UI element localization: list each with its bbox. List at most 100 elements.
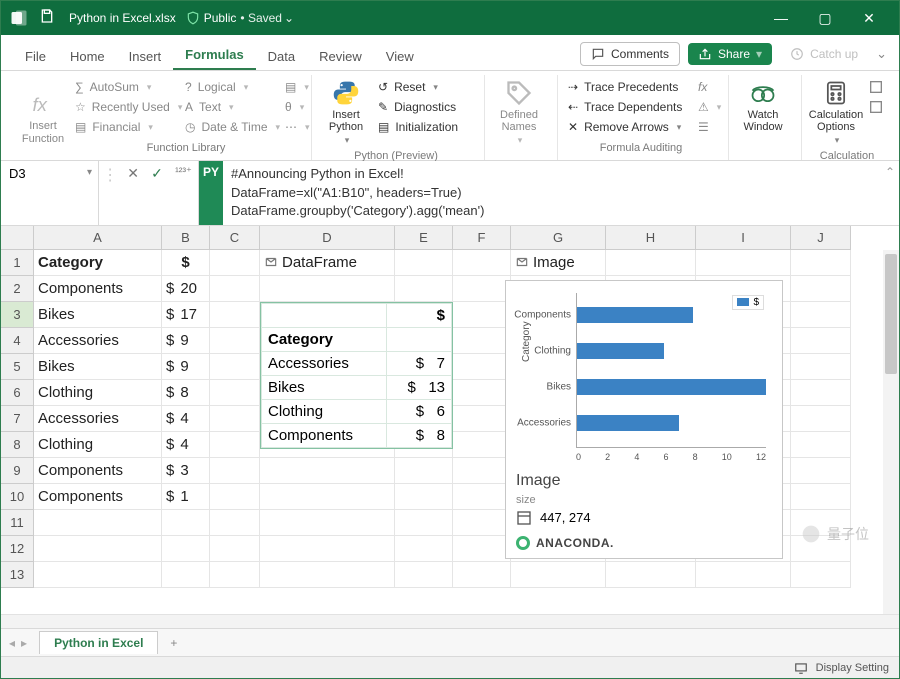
calc-sheet-button[interactable]: [864, 97, 886, 117]
math-button[interactable]: θ▾: [281, 97, 301, 117]
date-time-button[interactable]: ◷Date & Time▾: [181, 117, 281, 137]
formula-code[interactable]: #Announcing Python in Excel! DataFrame=x…: [223, 161, 881, 225]
row-headers[interactable]: 12345678910111213: [1, 250, 34, 588]
cell[interactable]: [453, 510, 511, 536]
add-sheet-button[interactable]: +: [158, 632, 189, 654]
cell[interactable]: [210, 484, 260, 510]
cell[interactable]: [260, 458, 395, 484]
col-header-H[interactable]: H: [606, 226, 696, 250]
cell[interactable]: $: [162, 250, 210, 276]
cell[interactable]: [453, 354, 511, 380]
tab-home[interactable]: Home: [58, 41, 117, 70]
cell[interactable]: [210, 380, 260, 406]
cell[interactable]: [791, 276, 851, 302]
sheet-nav-prev[interactable]: ◂: [9, 636, 15, 650]
tab-file[interactable]: File: [13, 41, 58, 70]
cell[interactable]: [791, 458, 851, 484]
cell[interactable]: [696, 250, 791, 276]
share-button[interactable]: Share ▾: [688, 43, 772, 65]
cell[interactable]: [260, 276, 395, 302]
cell[interactable]: $4: [162, 406, 210, 432]
row-header-5[interactable]: 5: [1, 354, 34, 380]
autosum-button[interactable]: ∑AutoSum▾: [71, 77, 181, 97]
cell[interactable]: [395, 562, 453, 588]
calc-now-button[interactable]: [864, 77, 886, 97]
cell[interactable]: Components: [34, 484, 162, 510]
column-headers[interactable]: ABCDEFGHIJ: [34, 226, 851, 250]
cell[interactable]: [210, 458, 260, 484]
cell[interactable]: [162, 536, 210, 562]
row-header-7[interactable]: 7: [1, 406, 34, 432]
cell[interactable]: $3: [162, 458, 210, 484]
row-header-6[interactable]: 6: [1, 380, 34, 406]
cell[interactable]: [210, 250, 260, 276]
save-icon[interactable]: [39, 8, 59, 28]
col-header-F[interactable]: F: [453, 226, 511, 250]
cell[interactable]: [395, 536, 453, 562]
cell[interactable]: Components: [34, 276, 162, 302]
cancel-formula-button[interactable]: ✕: [124, 165, 142, 182]
cell[interactable]: $8: [162, 380, 210, 406]
maximize-button[interactable]: ▢: [803, 1, 847, 35]
row-header-1[interactable]: 1: [1, 250, 34, 276]
col-header-G[interactable]: G: [511, 226, 606, 250]
cell[interactable]: [210, 406, 260, 432]
save-status-caret[interactable]: ⌄: [284, 11, 294, 25]
financial-button[interactable]: ▤Financial▾: [71, 117, 181, 137]
cell[interactable]: Components: [34, 458, 162, 484]
chevron-down-icon[interactable]: ▾: [87, 165, 92, 178]
cell[interactable]: [791, 432, 851, 458]
cell[interactable]: [453, 484, 511, 510]
row-header-9[interactable]: 9: [1, 458, 34, 484]
cell[interactable]: [791, 328, 851, 354]
document-name[interactable]: Python in Excel.xlsx: [69, 11, 176, 25]
tab-data[interactable]: Data: [256, 41, 307, 70]
cell[interactable]: [511, 562, 606, 588]
confirm-formula-button[interactable]: ✓: [148, 165, 166, 182]
cell[interactable]: Accessories: [34, 328, 162, 354]
error-check-button[interactable]: ⚠▾: [694, 97, 718, 117]
cell[interactable]: [210, 354, 260, 380]
cell[interactable]: Clothing: [34, 432, 162, 458]
remove-arrows-button[interactable]: ✕Remove Arrows▾: [564, 117, 694, 137]
cell[interactable]: $17: [162, 302, 210, 328]
cell[interactable]: $20: [162, 276, 210, 302]
image-preview-card[interactable]: Category $ ComponentsClothingBikesAccess…: [505, 280, 783, 559]
row-header-2[interactable]: 2: [1, 276, 34, 302]
cell[interactable]: $4: [162, 432, 210, 458]
cell[interactable]: [210, 536, 260, 562]
cell[interactable]: [696, 562, 791, 588]
cell[interactable]: [260, 484, 395, 510]
cell[interactable]: $9: [162, 328, 210, 354]
row-header-13[interactable]: 13: [1, 562, 34, 588]
cell[interactable]: [453, 250, 511, 276]
cell[interactable]: [395, 484, 453, 510]
cell[interactable]: [210, 302, 260, 328]
col-header-E[interactable]: E: [395, 226, 453, 250]
cell[interactable]: Bikes: [34, 354, 162, 380]
cell[interactable]: [453, 458, 511, 484]
comments-button[interactable]: Comments: [580, 42, 680, 66]
cell[interactable]: [791, 562, 851, 588]
cell[interactable]: Image: [511, 250, 606, 276]
cell[interactable]: [210, 510, 260, 536]
more-button[interactable]: ⋯▾: [281, 117, 301, 137]
privacy-label[interactable]: Public: [204, 11, 237, 25]
cell[interactable]: [453, 536, 511, 562]
cell[interactable]: [260, 510, 395, 536]
save-status[interactable]: • Saved: [240, 11, 282, 25]
row-header-10[interactable]: 10: [1, 484, 34, 510]
cell[interactable]: [453, 380, 511, 406]
cell[interactable]: [260, 562, 395, 588]
cell[interactable]: [34, 562, 162, 588]
cell[interactable]: DataFrame: [260, 250, 395, 276]
python-mode-chip[interactable]: PY: [199, 161, 223, 225]
sheet-tab-active[interactable]: Python in Excel: [39, 631, 158, 654]
recently-used-button[interactable]: ☆Recently Used▾: [71, 97, 181, 117]
cell[interactable]: $1: [162, 484, 210, 510]
cell[interactable]: $9: [162, 354, 210, 380]
cell[interactable]: [34, 510, 162, 536]
close-button[interactable]: ✕: [847, 1, 891, 35]
cell[interactable]: [791, 406, 851, 432]
cell[interactable]: [162, 562, 210, 588]
